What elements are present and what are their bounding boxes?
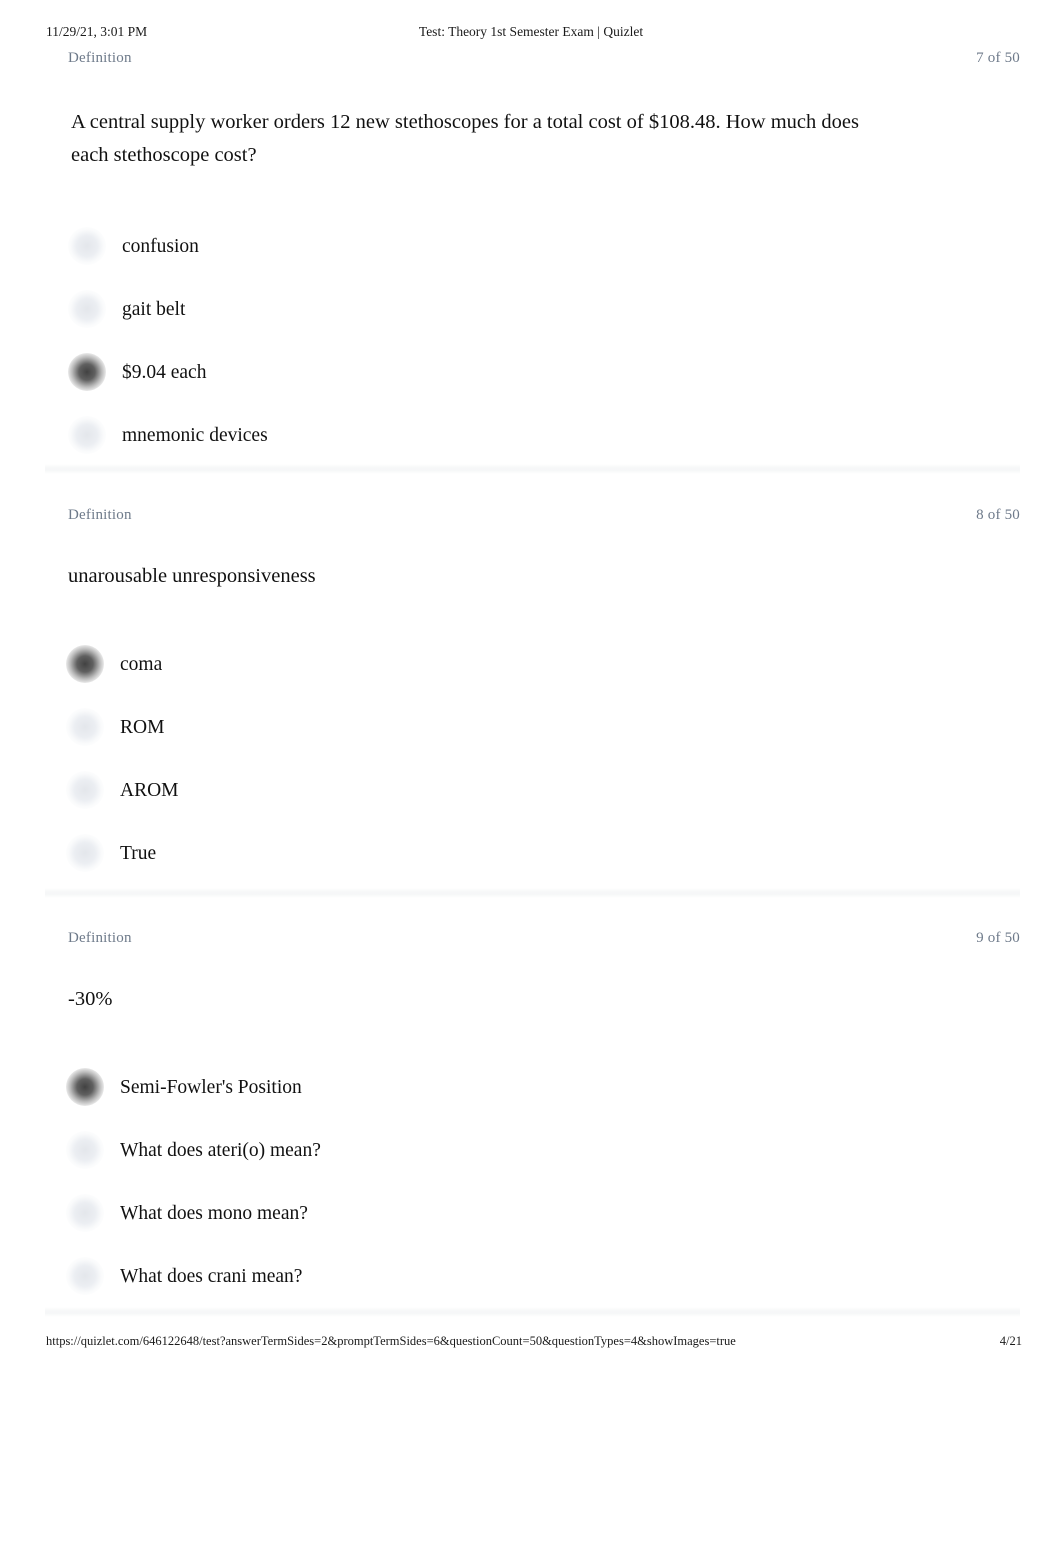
- answer-options: coma ROM AROM True: [66, 645, 1062, 897]
- printed-quiz-page: 11/29/21, 3:01 PM Test: Theory 1st Semes…: [0, 0, 1062, 1561]
- radio-button-icon[interactable]: [68, 227, 106, 265]
- answer-option-label: $9.04 each: [122, 362, 207, 383]
- question-prompt: unarousable unresponsiveness: [68, 565, 316, 587]
- question-separator: [45, 888, 1020, 899]
- print-page-title: Test: Theory 1st Semester Exam | Quizlet: [418, 24, 644, 39]
- question-block-7: Definition 7 of 50 A central supply work…: [0, 50, 1062, 479]
- answer-option-label: What does mono mean?: [120, 1203, 308, 1224]
- question-meta: Definition 9 of 50: [0, 930, 1062, 952]
- answer-option-label: What does crani mean?: [120, 1266, 303, 1287]
- radio-button-icon[interactable]: [66, 834, 104, 872]
- print-footer: https://quizlet.com/646122648/test?answe…: [0, 1334, 1062, 1352]
- question-block-8: Definition 8 of 50 unarousable unrespons…: [0, 507, 1062, 897]
- answer-option-label: Semi-Fowler's Position: [120, 1077, 302, 1098]
- answer-option[interactable]: confusion: [68, 227, 1062, 290]
- answer-option-label: coma: [120, 654, 163, 675]
- answer-option-label: AROM: [120, 780, 179, 801]
- answer-options: confusion gait belt $9.04 each mnemonic …: [68, 227, 1062, 479]
- page-number: 4/21: [999, 1334, 1022, 1348]
- question-counter: 8 of 50: [976, 507, 1020, 523]
- print-header: 11/29/21, 3:01 PM Test: Theory 1st Semes…: [0, 24, 1062, 42]
- question-separator: [45, 464, 1020, 475]
- radio-button-icon[interactable]: [66, 1131, 104, 1169]
- radio-button-icon[interactable]: [68, 416, 106, 454]
- question-counter: 7 of 50: [976, 50, 1020, 66]
- answer-option[interactable]: $9.04 each: [68, 353, 1062, 416]
- answer-option[interactable]: Semi-Fowler's Position: [66, 1068, 1062, 1131]
- answer-option-label: ROM: [120, 717, 165, 738]
- radio-button-icon[interactable]: [66, 771, 104, 809]
- section-label: Definition: [68, 50, 132, 66]
- answer-option[interactable]: What does mono mean?: [66, 1194, 1062, 1257]
- section-label: Definition: [68, 507, 132, 523]
- question-counter: 9 of 50: [976, 930, 1020, 946]
- radio-button-icon[interactable]: [66, 708, 104, 746]
- question-block-9: Definition 9 of 50 -30% Semi-Fowler's Po…: [0, 930, 1062, 1320]
- radio-button-icon[interactable]: [66, 1257, 104, 1295]
- question-meta: Definition 7 of 50: [0, 50, 1062, 72]
- source-url: https://quizlet.com/646122648/test?answe…: [46, 1334, 736, 1348]
- radio-button-icon[interactable]: [66, 1194, 104, 1232]
- answer-option[interactable]: gait belt: [68, 290, 1062, 353]
- question-prompt: A central supply worker orders 12 new st…: [71, 111, 859, 166]
- answer-option-label: gait belt: [122, 299, 186, 320]
- answer-option-label: True: [120, 843, 157, 864]
- radio-button-selected-icon[interactable]: [66, 1068, 104, 1106]
- answer-option[interactable]: ROM: [66, 708, 1062, 771]
- radio-button-selected-icon[interactable]: [68, 353, 106, 391]
- answer-options: Semi-Fowler's Position What does ateri(o…: [66, 1068, 1062, 1320]
- answer-option[interactable]: AROM: [66, 771, 1062, 834]
- answer-option[interactable]: What does ateri(o) mean?: [66, 1131, 1062, 1194]
- answer-option-label: mnemonic devices: [122, 425, 268, 446]
- answer-option-label: confusion: [122, 236, 199, 257]
- question-prompt: -30%: [68, 988, 113, 1010]
- radio-button-selected-icon[interactable]: [66, 645, 104, 683]
- answer-option-label: What does ateri(o) mean?: [120, 1140, 321, 1161]
- section-label: Definition: [68, 930, 132, 946]
- answer-option[interactable]: coma: [66, 645, 1062, 708]
- question-separator: [45, 1307, 1020, 1318]
- question-meta: Definition 8 of 50: [0, 507, 1062, 529]
- radio-button-icon[interactable]: [68, 290, 106, 328]
